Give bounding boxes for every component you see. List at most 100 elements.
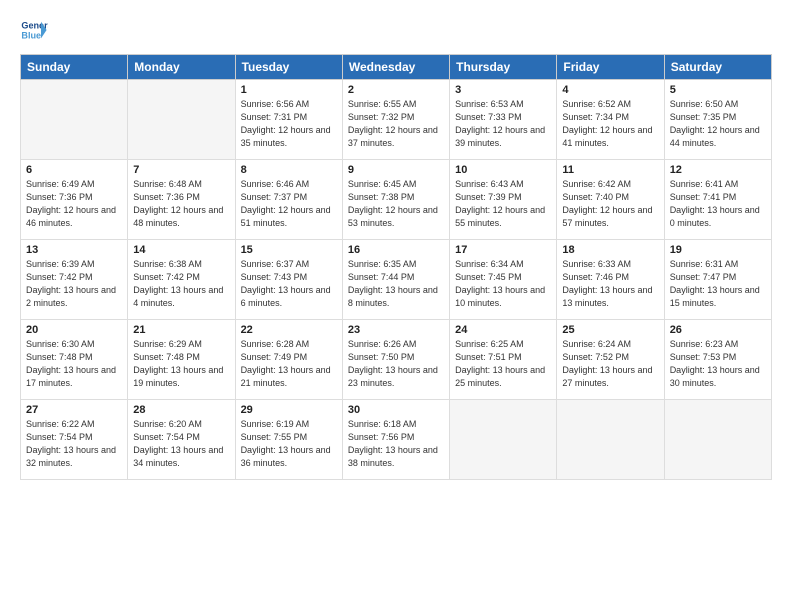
- calendar-week-row: 20 Sunrise: 6:30 AM Sunset: 7:48 PM Dayli…: [21, 320, 772, 400]
- day-number: 20: [26, 324, 122, 336]
- day-info: Sunrise: 6:53 AM Sunset: 7:33 PM Dayligh…: [455, 98, 551, 150]
- weekday-header: Tuesday: [235, 55, 342, 80]
- day-info: Sunrise: 6:42 AM Sunset: 7:40 PM Dayligh…: [562, 178, 658, 230]
- day-number: 24: [455, 324, 551, 336]
- day-info: Sunrise: 6:20 AM Sunset: 7:54 PM Dayligh…: [133, 418, 229, 470]
- calendar-day-cell: [450, 400, 557, 480]
- day-number: 4: [562, 84, 658, 96]
- calendar-day-cell: 10Sunrise: 6:43 AM Sunset: 7:39 PM Dayli…: [450, 160, 557, 240]
- day-number: 29: [241, 404, 337, 416]
- day-number: 7: [133, 164, 229, 176]
- weekday-header: Sunday: [21, 55, 128, 80]
- calendar-day-cell: 9Sunrise: 6:45 AM Sunset: 7:38 PM Daylig…: [342, 160, 449, 240]
- calendar-day-cell: [21, 80, 128, 160]
- calendar-week-row: 6 Sunrise: 6:49 AM Sunset: 7:36 PM Daylig…: [21, 160, 772, 240]
- day-number: 10: [455, 164, 551, 176]
- calendar-day-cell: 23 Sunrise: 6:26 AM Sunset: 7:50 PM Dayli…: [342, 320, 449, 400]
- day-info: Sunrise: 6:55 AM Sunset: 7:32 PM Dayligh…: [348, 98, 444, 150]
- day-number: 23: [348, 324, 444, 336]
- calendar-day-cell: 1 Sunrise: 6:56 AM Sunset: 7:31 PM Daylig…: [235, 80, 342, 160]
- calendar-week-row: 1 Sunrise: 6:56 AM Sunset: 7:31 PM Daylig…: [21, 80, 772, 160]
- day-number: 30: [348, 404, 444, 416]
- day-info: Sunrise: 6:25 AM Sunset: 7:51 PM Dayligh…: [455, 338, 551, 390]
- day-number: 1: [241, 84, 337, 96]
- calendar-day-cell: [128, 80, 235, 160]
- day-info: Sunrise: 6:34 AM Sunset: 7:45 PM Dayligh…: [455, 258, 551, 310]
- calendar-day-cell: 16Sunrise: 6:35 AM Sunset: 7:44 PM Dayli…: [342, 240, 449, 320]
- day-info: Sunrise: 6:52 AM Sunset: 7:34 PM Dayligh…: [562, 98, 658, 150]
- day-number: 19: [670, 244, 766, 256]
- calendar-day-cell: 27 Sunrise: 6:22 AM Sunset: 7:54 PM Dayli…: [21, 400, 128, 480]
- calendar-day-cell: 17 Sunrise: 6:34 AM Sunset: 7:45 PM Dayli…: [450, 240, 557, 320]
- day-info: Sunrise: 6:31 AM Sunset: 7:47 PM Dayligh…: [670, 258, 766, 310]
- day-info: Sunrise: 6:37 AM Sunset: 7:43 PM Dayligh…: [241, 258, 337, 310]
- day-info: Sunrise: 6:46 AM Sunset: 7:37 PM Dayligh…: [241, 178, 337, 230]
- day-number: 14: [133, 244, 229, 256]
- calendar-day-cell: [664, 400, 771, 480]
- day-info: Sunrise: 6:38 AM Sunset: 7:42 PM Dayligh…: [133, 258, 229, 310]
- day-info: Sunrise: 6:30 AM Sunset: 7:48 PM Dayligh…: [26, 338, 122, 390]
- calendar-day-cell: 25 Sunrise: 6:24 AM Sunset: 7:52 PM Dayli…: [557, 320, 664, 400]
- day-info: Sunrise: 6:45 AM Sunset: 7:38 PM Dayligh…: [348, 178, 444, 230]
- day-info: Sunrise: 6:22 AM Sunset: 7:54 PM Dayligh…: [26, 418, 122, 470]
- calendar-day-cell: 30 Sunrise: 6:18 AM Sunset: 7:56 PM Dayli…: [342, 400, 449, 480]
- day-number: 25: [562, 324, 658, 336]
- calendar-day-cell: 4 Sunrise: 6:52 AM Sunset: 7:34 PM Daylig…: [557, 80, 664, 160]
- calendar-day-cell: 20 Sunrise: 6:30 AM Sunset: 7:48 PM Dayli…: [21, 320, 128, 400]
- weekday-header: Saturday: [664, 55, 771, 80]
- day-number: 5: [670, 84, 766, 96]
- day-info: Sunrise: 6:49 AM Sunset: 7:36 PM Dayligh…: [26, 178, 122, 230]
- day-number: 17: [455, 244, 551, 256]
- logo: General Blue: [20, 16, 48, 44]
- svg-text:Blue: Blue: [21, 30, 41, 40]
- calendar-day-cell: 2 Sunrise: 6:55 AM Sunset: 7:32 PM Daylig…: [342, 80, 449, 160]
- calendar-day-cell: 13 Sunrise: 6:39 AM Sunset: 7:42 PM Dayli…: [21, 240, 128, 320]
- calendar-week-row: 27 Sunrise: 6:22 AM Sunset: 7:54 PM Dayli…: [21, 400, 772, 480]
- day-info: Sunrise: 6:23 AM Sunset: 7:53 PM Dayligh…: [670, 338, 766, 390]
- day-info: Sunrise: 6:50 AM Sunset: 7:35 PM Dayligh…: [670, 98, 766, 150]
- day-number: 26: [670, 324, 766, 336]
- calendar-day-cell: 29Sunrise: 6:19 AM Sunset: 7:55 PM Dayli…: [235, 400, 342, 480]
- weekday-header: Wednesday: [342, 55, 449, 80]
- calendar-header-row: SundayMondayTuesdayWednesdayThursdayFrid…: [21, 55, 772, 80]
- day-info: Sunrise: 6:28 AM Sunset: 7:49 PM Dayligh…: [241, 338, 337, 390]
- calendar-table: SundayMondayTuesdayWednesdayThursdayFrid…: [20, 54, 772, 480]
- day-info: Sunrise: 6:26 AM Sunset: 7:50 PM Dayligh…: [348, 338, 444, 390]
- day-number: 2: [348, 84, 444, 96]
- page: General Blue SundayMondayTuesdayWednesda…: [0, 0, 792, 612]
- day-number: 28: [133, 404, 229, 416]
- calendar-day-cell: 6 Sunrise: 6:49 AM Sunset: 7:36 PM Daylig…: [21, 160, 128, 240]
- weekday-header: Friday: [557, 55, 664, 80]
- day-info: Sunrise: 6:29 AM Sunset: 7:48 PM Dayligh…: [133, 338, 229, 390]
- day-info: Sunrise: 6:48 AM Sunset: 7:36 PM Dayligh…: [133, 178, 229, 230]
- day-info: Sunrise: 6:24 AM Sunset: 7:52 PM Dayligh…: [562, 338, 658, 390]
- calendar-day-cell: 18 Sunrise: 6:33 AM Sunset: 7:46 PM Dayli…: [557, 240, 664, 320]
- day-number: 22: [241, 324, 337, 336]
- day-number: 21: [133, 324, 229, 336]
- day-info: Sunrise: 6:39 AM Sunset: 7:42 PM Dayligh…: [26, 258, 122, 310]
- day-number: 12: [670, 164, 766, 176]
- calendar-day-cell: 21 Sunrise: 6:29 AM Sunset: 7:48 PM Dayli…: [128, 320, 235, 400]
- day-number: 27: [26, 404, 122, 416]
- day-info: Sunrise: 6:56 AM Sunset: 7:31 PM Dayligh…: [241, 98, 337, 150]
- day-number: 13: [26, 244, 122, 256]
- weekday-header: Thursday: [450, 55, 557, 80]
- day-info: Sunrise: 6:33 AM Sunset: 7:46 PM Dayligh…: [562, 258, 658, 310]
- calendar-day-cell: 14 Sunrise: 6:38 AM Sunset: 7:42 PM Dayli…: [128, 240, 235, 320]
- calendar-day-cell: 3 Sunrise: 6:53 AM Sunset: 7:33 PM Daylig…: [450, 80, 557, 160]
- calendar-day-cell: 19 Sunrise: 6:31 AM Sunset: 7:47 PM Dayli…: [664, 240, 771, 320]
- day-info: Sunrise: 6:41 AM Sunset: 7:41 PM Dayligh…: [670, 178, 766, 230]
- day-number: 15: [241, 244, 337, 256]
- header: General Blue: [20, 16, 772, 44]
- day-number: 8: [241, 164, 337, 176]
- calendar-day-cell: 12 Sunrise: 6:41 AM Sunset: 7:41 PM Dayli…: [664, 160, 771, 240]
- calendar-day-cell: 5 Sunrise: 6:50 AM Sunset: 7:35 PM Daylig…: [664, 80, 771, 160]
- calendar-day-cell: [557, 400, 664, 480]
- calendar-day-cell: 8 Sunrise: 6:46 AM Sunset: 7:37 PM Daylig…: [235, 160, 342, 240]
- day-info: Sunrise: 6:18 AM Sunset: 7:56 PM Dayligh…: [348, 418, 444, 470]
- calendar-day-cell: 22 Sunrise: 6:28 AM Sunset: 7:49 PM Dayli…: [235, 320, 342, 400]
- day-number: 3: [455, 84, 551, 96]
- day-number: 6: [26, 164, 122, 176]
- day-number: 18: [562, 244, 658, 256]
- day-number: 16: [348, 244, 444, 256]
